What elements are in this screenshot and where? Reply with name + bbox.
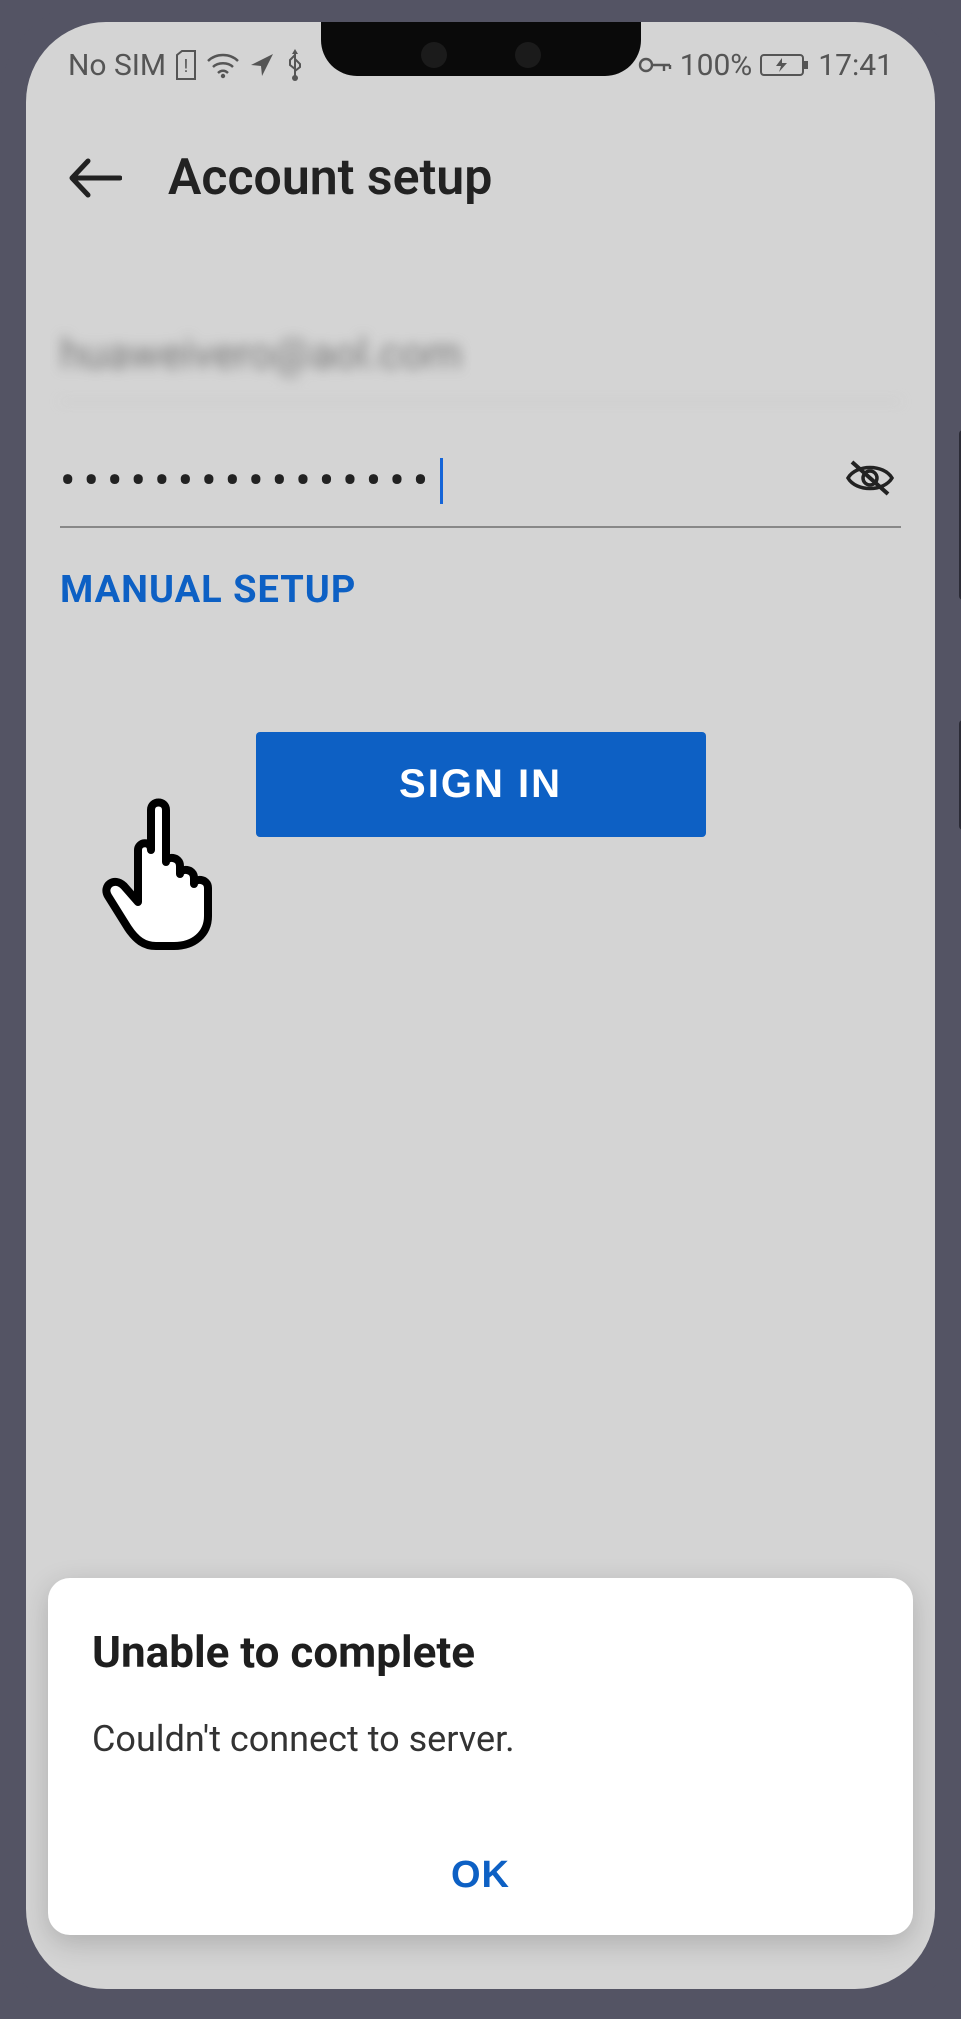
text-cursor: [440, 458, 443, 504]
location-icon: [248, 51, 276, 79]
usb-icon: [284, 49, 306, 81]
toggle-password-visibility-button[interactable]: [839, 447, 901, 509]
sign-in-button[interactable]: SIGN IN: [256, 732, 706, 837]
password-value: ••••••••••••••••: [60, 454, 436, 508]
dialog-message: Couldn't connect to server.: [92, 1718, 869, 1760]
pointer-hand-icon: [96, 792, 236, 952]
eye-off-icon: [844, 458, 896, 498]
password-field-row: ••••••••••••••••: [60, 430, 901, 528]
app-bar: Account setup: [26, 108, 935, 248]
error-dialog: Unable to complete Couldn't connect to s…: [48, 1578, 913, 1935]
sim-alert-icon: !: [174, 50, 198, 80]
device-notch: [321, 22, 641, 76]
manual-setup-link[interactable]: MANUAL SETUP: [60, 568, 356, 612]
battery-charging-icon: [760, 53, 810, 77]
page-title: Account setup: [168, 149, 492, 207]
email-field[interactable]: huaweivero@aol.com: [60, 312, 901, 402]
dialog-title: Unable to complete: [92, 1626, 869, 1678]
wifi-icon: [206, 51, 240, 79]
password-field[interactable]: ••••••••••••••••: [60, 430, 829, 526]
back-button[interactable]: [60, 143, 130, 213]
clock-text: 17:41: [818, 48, 893, 83]
back-arrow-icon: [68, 157, 122, 199]
dialog-ok-button[interactable]: OK: [92, 1830, 869, 1909]
vpn-key-icon: [638, 55, 672, 75]
svg-text:!: !: [184, 56, 189, 77]
battery-percent-text: 100%: [680, 48, 753, 83]
sim-status-text: No SIM: [68, 48, 166, 83]
